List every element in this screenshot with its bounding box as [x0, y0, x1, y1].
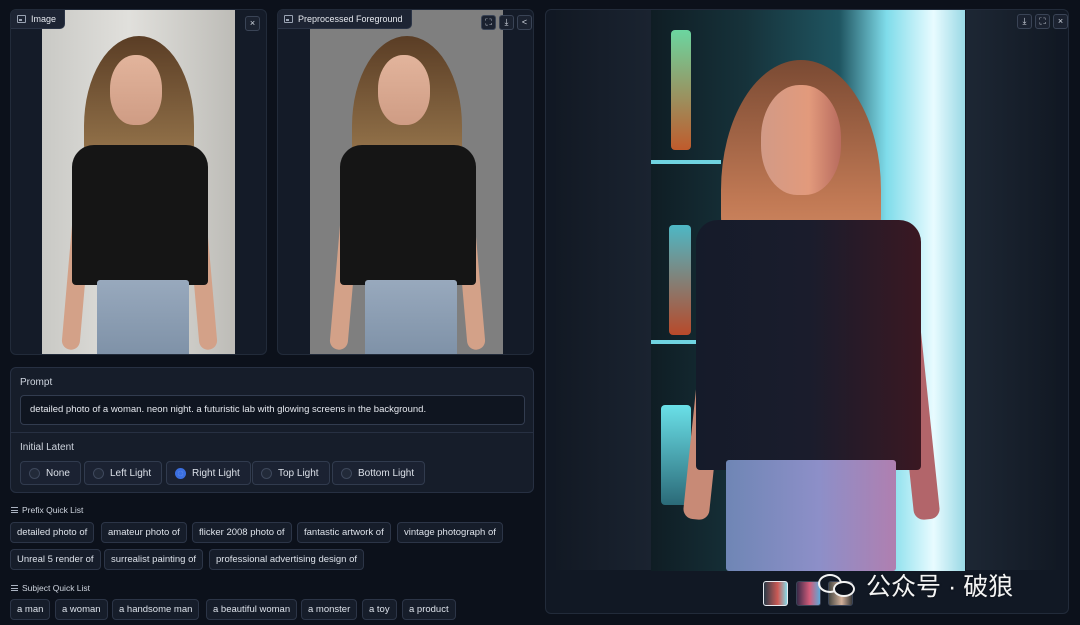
initial-latent-label: Initial Latent: [20, 442, 74, 453]
subject-chip[interactable]: a handsome man: [112, 599, 200, 620]
radio-label: Left Light: [110, 467, 152, 479]
close-icon[interactable]: ×: [245, 16, 260, 31]
radio-label: None: [46, 467, 70, 479]
prefix-chip[interactable]: vintage photograph of: [397, 522, 503, 543]
radio-label: Bottom Light: [358, 467, 415, 479]
result-gallery-panel[interactable]: ⤓ ⛶ ×: [545, 9, 1069, 614]
list-icon: [11, 585, 18, 591]
prefix-chip[interactable]: flicker 2008 photo of: [192, 522, 292, 543]
radio-left-light[interactable]: Left Light: [84, 461, 163, 485]
input-image-label: Image: [11, 10, 66, 29]
watermark-text: 公众号 · 破狼: [866, 573, 1014, 601]
download-icon[interactable]: ⤓: [1017, 14, 1032, 29]
fullscreen-icon[interactable]: ⛶: [1035, 14, 1050, 29]
radio-none[interactable]: None: [20, 461, 81, 485]
divider: [11, 432, 533, 433]
prefix-chip[interactable]: fantastic artwork of: [297, 522, 391, 543]
foreground-title: Preprocessed Foreground: [298, 14, 403, 24]
radio-circle-icon: [93, 467, 104, 479]
subject-chip[interactable]: a monster: [301, 599, 358, 620]
list-icon: [11, 507, 18, 513]
foreground-label: Preprocessed Foreground: [278, 10, 412, 29]
subject-chip[interactable]: a beautiful woman: [206, 599, 298, 620]
prefix-quick-list-label: Prefix Quick List: [22, 505, 84, 515]
radio-checked-icon: [175, 467, 186, 479]
input-photo: [42, 10, 235, 354]
download-icon[interactable]: ⤓: [499, 15, 514, 30]
fullscreen-icon[interactable]: ⛶: [481, 15, 496, 30]
result-blur-left: [556, 10, 651, 570]
result-blur-right: [966, 10, 1056, 570]
radio-label: Right Light: [192, 467, 240, 479]
subject-chip[interactable]: a toy: [362, 599, 397, 620]
subject-chip[interactable]: a product: [402, 599, 456, 620]
subject-chip[interactable]: a man: [10, 599, 51, 620]
prefix-chip[interactable]: professional advertising design of: [209, 549, 365, 570]
input-image-panel[interactable]: Image ×: [10, 9, 267, 355]
prefix-chip[interactable]: detailed photo of: [10, 522, 95, 543]
image-icon: [17, 15, 26, 23]
radio-circle-icon: [341, 467, 352, 479]
prompt-section: Prompt detailed photo of a woman. neon n…: [10, 367, 534, 493]
radio-circle-icon: [29, 467, 40, 479]
radio-top-light[interactable]: Top Light: [252, 461, 330, 485]
prefix-chip[interactable]: surrealist painting of: [104, 549, 204, 570]
prefix-quick-list-title: Prefix Quick List: [11, 505, 83, 515]
prompt-textarea[interactable]: detailed photo of a woman. neon night. a…: [20, 395, 525, 425]
foreground-photo: [310, 10, 503, 354]
subject-chip[interactable]: a woman: [55, 599, 108, 620]
share-icon[interactable]: <: [517, 15, 532, 30]
result-photo: [651, 10, 965, 571]
radio-bottom-light[interactable]: Bottom Light: [332, 461, 426, 485]
subject-quick-list-label: Subject Quick List: [22, 583, 91, 593]
input-image-title: Image: [31, 14, 57, 24]
radio-circle-icon: [261, 467, 272, 479]
prefix-chip[interactable]: amateur photo of: [101, 522, 187, 543]
subject-quick-list-title: Subject Quick List: [11, 583, 90, 593]
prompt-label: Prompt: [20, 377, 53, 388]
watermark: 公众号 · 破狼: [818, 567, 1013, 603]
image-icon: [284, 15, 293, 23]
radio-label: Top Light: [278, 467, 319, 479]
prefix-chip[interactable]: Unreal 5 render of: [10, 549, 101, 570]
thumbnail-1[interactable]: [763, 581, 788, 606]
close-icon[interactable]: ×: [1053, 14, 1068, 29]
radio-right-light[interactable]: Right Light: [166, 461, 251, 485]
wechat-icon: [818, 572, 858, 598]
foreground-panel[interactable]: Preprocessed Foreground ⛶ ⤓ <: [277, 9, 534, 355]
